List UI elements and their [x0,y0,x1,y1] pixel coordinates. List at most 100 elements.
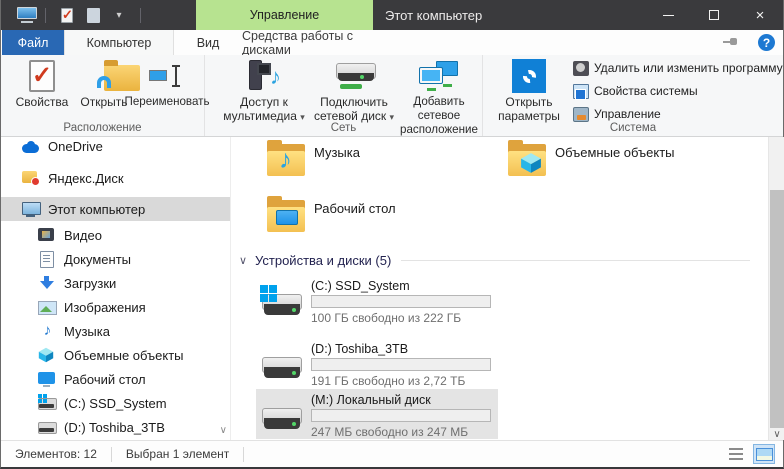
properties-icon: ✓ [61,8,73,23]
ribbon-group-location: ✓ Свойства Открыть Переименовать Располо… [1,55,205,136]
3d-objects-folder-icon [508,142,546,176]
uninstall-program-button[interactable]: Удалить или изменить программу [573,58,781,78]
titlebar-separator [140,8,141,23]
drive-name: (C:) SSD_System [311,279,410,293]
minimize-icon [663,15,674,16]
maximize-icon [709,10,719,20]
computer-icon [22,201,41,217]
devices-and-drives-header[interactable]: ∨ Устройства и диски (5) [239,251,750,269]
system-properties-icon [573,84,589,99]
sidebar-item-this-pc[interactable]: Этот компьютер [1,197,230,221]
status-bar: Элементов: 12 Выбран 1 элемент [1,440,783,467]
documents-icon [38,251,57,267]
drive-caption: 247 МБ свободно из 247 МБ [311,425,468,439]
scrollbar-thumb[interactable] [770,190,784,428]
sidebar-item-label: (C:) SSD_System [64,396,167,411]
sidebar-item-label: (D:) Toshiba_3TB [64,420,165,435]
sidebar-item-label: Яндекс.Диск [48,171,124,186]
thumbnails-view-button[interactable] [753,444,775,464]
system-drive-icon [38,395,57,411]
ribbon-tabs: Файл Компьютер Вид Средства работы с дис… [1,30,783,55]
computer-management-button[interactable]: Управление [573,104,781,124]
downloads-icon [38,275,57,291]
sidebar-item-label: Загрузки [64,276,116,291]
folder-music[interactable]: ♪ Музыка [267,142,497,176]
close-button[interactable]: × [737,0,783,30]
vertical-scrollbar[interactable]: ∨ [768,137,784,440]
drive-icon [262,351,304,383]
pictures-icon [38,299,57,315]
maximize-button[interactable] [691,0,737,30]
sidebar-item-desktop[interactable]: Рабочий стол [1,367,230,391]
pin-ribbon-icon[interactable] [723,38,737,46]
qat-newfolder-button[interactable] [82,4,104,26]
sidebar-item-drive-c[interactable]: (C:) SSD_System [1,391,230,415]
close-icon: × [756,8,765,23]
sidebar-item-label: Рабочий стол [64,372,146,387]
collapse-chevron-icon[interactable]: ∨ [239,254,255,267]
group-label-location: Расположение [1,122,204,134]
sidebar-item-pictures[interactable]: Изображения [1,295,230,319]
details-view-button[interactable] [725,444,747,464]
navigation-pane: OneDrive Яндекс.Диск Этот компьютер Виде… [1,137,231,440]
sidebar-item-downloads[interactable]: Загрузки [1,271,230,295]
details-view-icon [729,448,743,460]
dropdown-arrow-icon: ▾ [390,112,395,122]
sidebar-item-label: Музыка [64,324,110,339]
media-access-button[interactable]: ♪ Доступ к мультимедиа ▾ [219,58,309,124]
sidebar-scroll-down-icon[interactable]: ∨ [220,425,227,436]
dropdown-arrow-icon: ▾ [300,112,305,122]
drive-item-m[interactable]: (M:) Локальный диск 247 МБ свободно из 2… [256,389,498,439]
thumbnails-view-icon [756,448,773,461]
sidebar-item-drive-d[interactable]: (D:) Toshiba_3TB [1,415,230,439]
tab-computer[interactable]: Компьютер [64,30,174,55]
tab-view[interactable]: Вид [174,30,242,55]
rename-button[interactable]: Переименовать [133,58,201,109]
drive-item-d[interactable]: (D:) Toshiba_3TB 191 ГБ свободно из 2,72… [256,338,498,388]
drive-icon [38,419,57,435]
drive-item-c[interactable]: (C:) SSD_System 100 ГБ свободно из 222 Г… [256,275,498,325]
open-folder-icon [86,61,122,91]
drive-icon [262,402,304,434]
titlebar-separator [45,8,46,23]
uninstall-program-icon [573,61,589,76]
contextual-tab-manage[interactable]: Управление [196,0,373,30]
drive-caption: 100 ГБ свободно из 222 ГБ [311,311,461,325]
tab-file[interactable]: Файл [2,30,64,55]
sidebar-item-documents[interactable]: Документы [1,247,230,271]
minimize-button[interactable] [645,0,691,30]
group-label-system: Система [483,122,783,134]
sidebar-item-videos[interactable]: Видео [1,223,230,247]
scroll-down-icon[interactable]: ∨ [769,429,784,440]
settings-gear-icon [512,59,546,93]
system-properties-button[interactable]: Свойства системы [573,81,781,101]
sidebar-item-label: OneDrive [48,139,103,154]
map-network-drive-button[interactable]: Подключить сетевой диск ▾ [311,58,397,124]
tab-disk-tools[interactable]: Средства работы с дисками [242,30,373,55]
music-note-icon: ♪ [38,323,57,339]
desktop-icon [38,371,57,387]
videos-icon [38,227,57,243]
ribbon-group-system: Открыть параметры Удалить или изменить п… [483,55,783,136]
help-icon: ? [763,36,770,50]
open-settings-button[interactable]: Открыть параметры [489,58,569,123]
sidebar-item-music[interactable]: ♪ Музыка [1,319,230,343]
desktop-folder-icon [267,198,305,232]
onedrive-icon [22,141,41,157]
qat-customize-button[interactable]: ▾ [108,4,130,26]
folder-3d-objects[interactable]: Объемные объекты [508,142,738,176]
statusbar-separator [243,447,244,462]
capacity-bar [311,409,491,422]
help-button[interactable]: ? [758,34,775,51]
sidebar-item-yandex-disk[interactable]: Яндекс.Диск [1,166,230,190]
drive-icon [262,288,304,320]
qat-properties-button[interactable]: ✓ [56,4,78,26]
sidebar-item-label: Изображения [64,300,146,315]
group-label-network: Сеть [205,122,482,134]
sidebar-item-label: Документы [64,252,131,267]
folder-desktop[interactable]: Рабочий стол [267,198,497,232]
sidebar-item-onedrive[interactable]: OneDrive [1,137,230,158]
sidebar-item-3d-objects[interactable]: Объемные объекты [1,343,230,367]
window-title: Этот компьютер [385,0,482,30]
properties-button[interactable]: ✓ Свойства [11,58,73,109]
